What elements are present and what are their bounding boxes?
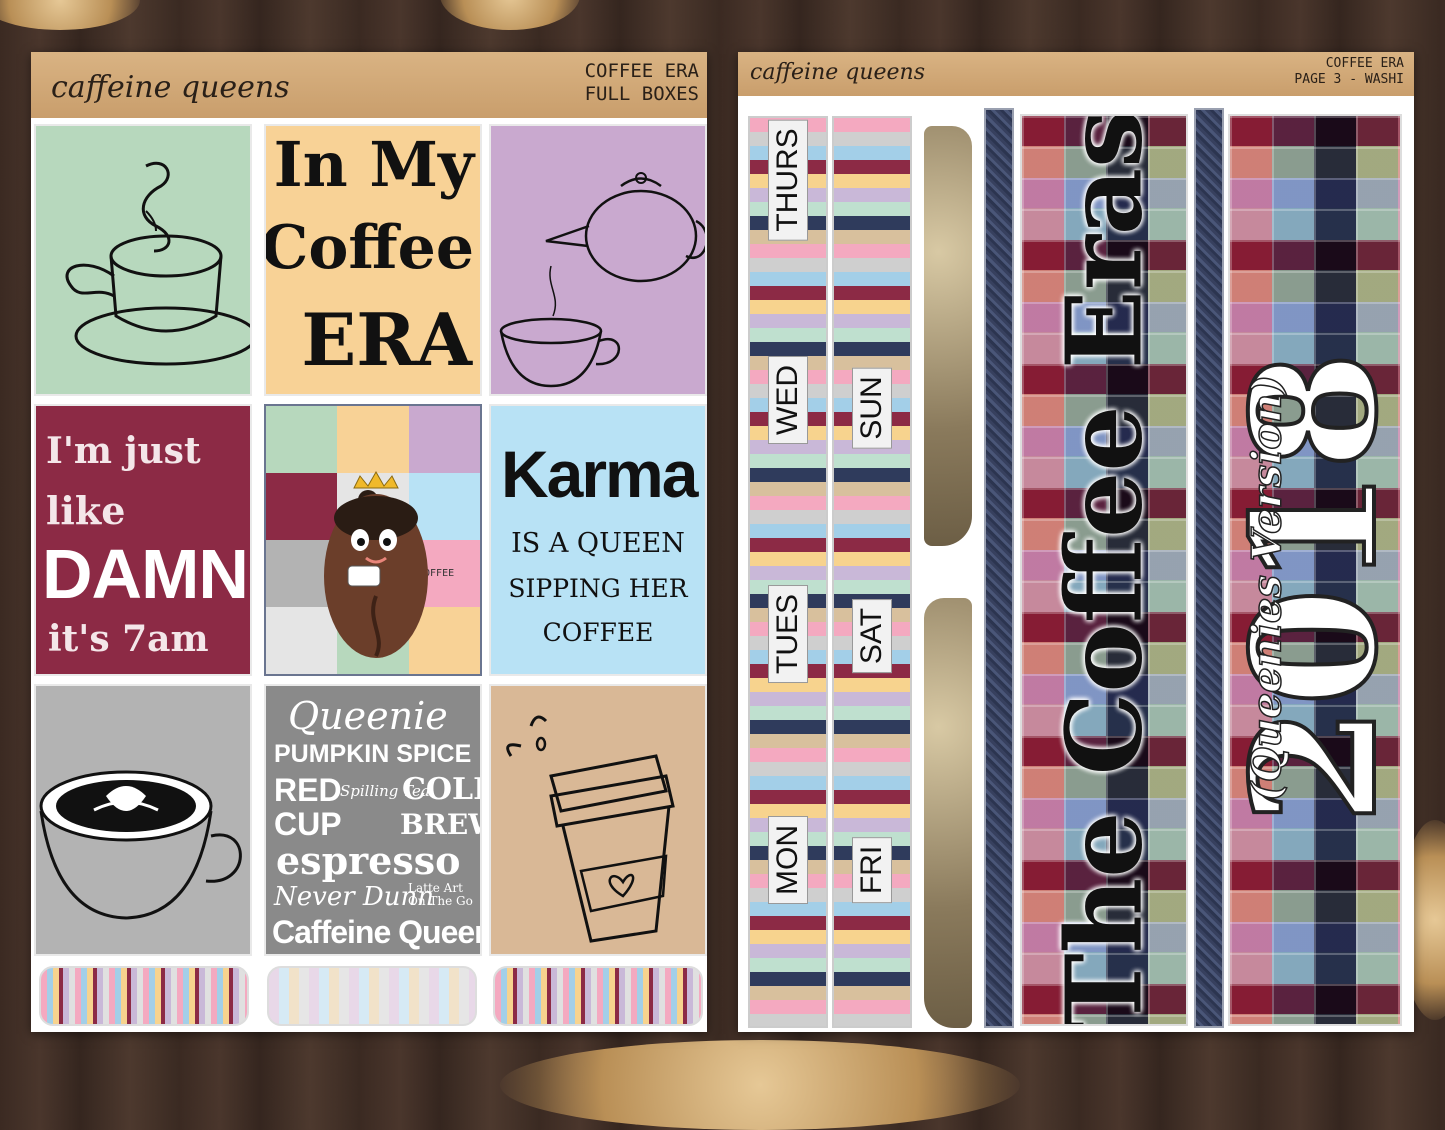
queenies-version-subtitle: (Queenies Version) [1243, 374, 1292, 802]
pumpkin-spice-text: PUMPKIN SPICE [274, 740, 472, 768]
washi-pill-strip-3[interactable] [493, 966, 703, 1026]
its-7am-line: it's 7am [48, 618, 209, 660]
queenie-script: Queenie [288, 694, 448, 738]
in-my-line: In My [273, 128, 474, 201]
coffee-cup-icon [65, 162, 250, 366]
denim-strip-left[interactable] [984, 108, 1014, 1028]
sticker-teapot[interactable] [489, 124, 707, 396]
coffee-line: Coffee [264, 213, 474, 283]
latte-cup-icon [39, 770, 242, 920]
brand-logo: caffeine queens [750, 60, 925, 85]
gold-splash-top [440, 0, 580, 30]
washi-pill-strip-1[interactable] [39, 966, 249, 1026]
latte-art-text: Latte Art On The Go [408, 881, 473, 909]
cold-text: COLD [402, 772, 480, 807]
caffeine-queen-text: Caffeine Queen [272, 914, 482, 950]
day-label-tues: TUES [768, 584, 808, 684]
sticker-in-my-coffee-era[interactable]: In My Coffee ERA [264, 124, 482, 396]
left-sticker-sheet: caffeine queens COFFEE ERA FULL BOXES In… [31, 52, 707, 1032]
red-text: RED [274, 772, 342, 808]
left-sheet-header: caffeine queens COFFEE ERA FULL BOXES [31, 52, 707, 118]
brew-text: BREW [400, 808, 480, 841]
brand-logo: caffeine queens [51, 70, 290, 105]
coffee-eras-title: The Coffee Eras [1042, 114, 1166, 1026]
year-washi-strip[interactable]: 2018 (Queenies Version) [1228, 114, 1402, 1026]
damn-line: DAMN [42, 535, 249, 613]
queen-coffee-bean-icon [324, 470, 428, 658]
sheet-kit-name: COFFEE ERA [584, 60, 699, 82]
to-go-cup-icon [506, 715, 675, 943]
day-label-wed: WED [768, 356, 808, 444]
sticker-coffee-cup-steam[interactable] [34, 124, 252, 396]
gold-splash-top-left [0, 0, 140, 30]
karma-line: Karma [501, 437, 698, 511]
sheet-page-name: PAGE 3 - WASHI [1294, 71, 1404, 87]
coffee-line: COFFEE [542, 618, 654, 647]
sheet-kit-name: COFFEE ERA [1325, 56, 1404, 71]
denim-strip-right[interactable] [1194, 108, 1224, 1028]
right-sheet-header: caffeine queens COFFEE ERA PAGE 3 - WASH… [738, 52, 1414, 96]
espresso-text: espresso [276, 838, 461, 883]
im-just-line: I'm just [46, 430, 201, 472]
sticker-latte-art-cup[interactable] [34, 684, 252, 956]
sticker-queenie-word-art[interactable]: Queenie PUMPKIN SPICE RED CUP Spilling T… [264, 684, 482, 956]
day-label-fri: FRI [852, 836, 892, 904]
is-a-queen-line: IS A QUEEN [511, 528, 685, 559]
brand-logo-text: caffeine queens [51, 70, 290, 105]
like-line: like [46, 488, 126, 533]
era-line: ERA [301, 297, 472, 382]
glitter-strip-bottom[interactable] [924, 598, 972, 1028]
teapot-icon [499, 172, 705, 388]
sheet-page-name: FULL BOXES [584, 82, 699, 105]
glitter-strip-top[interactable] [924, 126, 972, 546]
left-sheet-header-info: COFFEE ERA FULL BOXES [585, 60, 699, 106]
right-sticker-sheet: caffeine queens COFFEE ERA PAGE 3 - WASH… [738, 52, 1414, 1032]
day-label-sat: SAT [852, 598, 892, 674]
gold-splash-bottom [500, 1040, 1020, 1130]
washi-pill-strip-2[interactable] [267, 966, 477, 1026]
day-label-sun: SUN [852, 367, 892, 449]
brand-logo-text: caffeine queens [750, 60, 926, 85]
sipping-her-line: SIPPING HER [508, 574, 688, 603]
sticker-to-go-cup[interactable] [489, 684, 707, 956]
sticker-karma-is-a-queen[interactable]: Karma IS A QUEEN SIPPING HER COFFEE [489, 404, 707, 676]
day-label-mon: MON [768, 816, 808, 904]
title-washi-strip[interactable]: The Coffee Eras [1020, 114, 1188, 1026]
day-label-thurs: THURS [768, 119, 808, 241]
right-sheet-header-info: COFFEE ERA PAGE 3 - WASHI [1294, 56, 1404, 87]
sticker-im-just-like-damn[interactable]: I'm just like DAMN it's 7am [34, 404, 252, 676]
sticker-queen-coffee-bean-collage[interactable]: COFFEE [264, 404, 482, 676]
